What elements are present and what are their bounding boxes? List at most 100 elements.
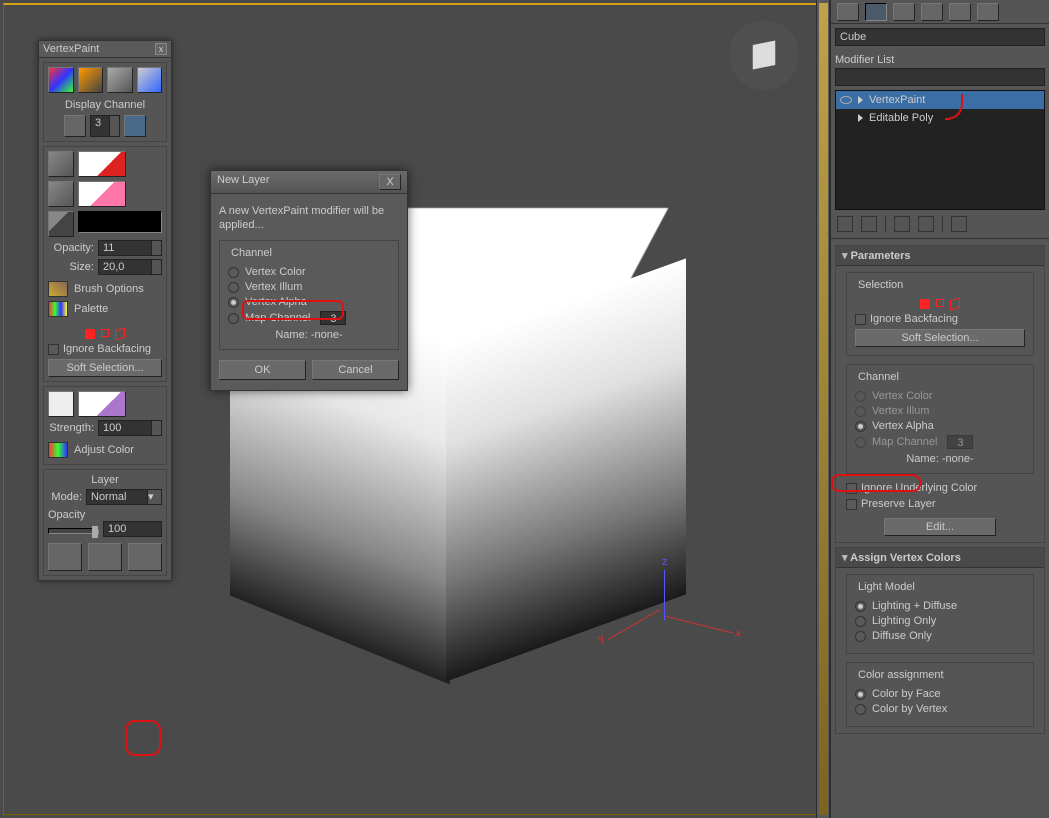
close-icon[interactable]: X [379, 174, 401, 190]
radio-vertex-alpha[interactable]: Vertex Alpha [855, 420, 1025, 432]
radio-map-channel[interactable]: Map Channel3 [855, 435, 1025, 449]
soft-selection-button[interactable]: Soft Selection... [48, 359, 162, 377]
channel-frame: Channel Vertex Color Vertex Illum Vertex… [846, 364, 1034, 474]
ok-button[interactable]: OK [219, 360, 306, 380]
radio-lighting-diffuse[interactable]: Lighting + Diffuse [855, 600, 1025, 612]
preserve-layer-check[interactable]: Preserve Layer [846, 498, 1034, 510]
opacity-layer-field[interactable]: 100 [103, 521, 162, 537]
eye-icon[interactable] [840, 96, 852, 104]
radio-vertex-illum[interactable]: Vertex Illum [228, 281, 390, 293]
lock-icon[interactable] [124, 115, 146, 137]
modifier-stack[interactable]: VertexPaint Editable Poly [835, 90, 1045, 210]
layer-add-icon[interactable] [48, 543, 82, 571]
utilities-tab-icon[interactable] [977, 3, 999, 21]
vertexpaint-palette[interactable]: VertexPaint x Display Channel 3 [38, 40, 172, 581]
vertex-select-icon[interactable] [85, 329, 95, 339]
display-tab-icon[interactable] [949, 3, 971, 21]
hierarchy-tab-icon[interactable] [893, 3, 915, 21]
cube-icon[interactable] [64, 115, 86, 137]
adjust-color-icon[interactable] [48, 442, 68, 458]
channel-legend: Channel [228, 247, 275, 259]
assign-header[interactable]: Assign Vertex Colors [836, 548, 1044, 568]
radio-color-by-face[interactable]: Color by Face [855, 688, 1025, 700]
radio-diffuse-only[interactable]: Diffuse Only [855, 630, 1025, 642]
radio-vertex-color[interactable]: Vertex Color [228, 266, 390, 278]
edge-select-icon[interactable] [101, 329, 109, 337]
radio-map-channel[interactable]: Map Channel3 [228, 311, 390, 325]
modifier-row-editablepoly[interactable]: Editable Poly [836, 109, 1044, 127]
soft-selection-button[interactable]: Soft Selection... [855, 329, 1025, 347]
palette-titlebar[interactable]: VertexPaint x [39, 41, 171, 58]
face-select-icon[interactable] [115, 328, 125, 341]
chevron-right-icon[interactable] [858, 114, 863, 122]
remove-modifier-icon[interactable] [918, 216, 934, 232]
eraser-icon[interactable] [78, 181, 126, 207]
show-end-result-icon[interactable] [861, 216, 877, 232]
brush-options-icon[interactable] [48, 281, 68, 297]
assign-vertex-colors-rollout[interactable]: Assign Vertex Colors Light Model Lightin… [835, 547, 1045, 734]
radio-vertex-alpha[interactable]: Vertex Alpha [228, 296, 390, 308]
make-unique-icon[interactable] [894, 216, 910, 232]
palette-label[interactable]: Palette [74, 303, 108, 315]
radio-color-by-vertex[interactable]: Color by Vertex [855, 703, 1025, 715]
edge-select-icon[interactable] [936, 299, 944, 307]
mode-dropdown[interactable]: Normal▾ [86, 489, 162, 505]
new-layer-dialog[interactable]: New Layer X A new VertexPaint modifier w… [210, 170, 408, 391]
eyedropper-icon[interactable] [48, 211, 74, 237]
dialog-title-text: New Layer [217, 174, 270, 190]
radio-lighting-only[interactable]: Lighting Only [855, 615, 1025, 627]
modify-tab-icon[interactable] [865, 3, 887, 21]
map-channel-value[interactable]: 3 [320, 311, 346, 325]
layer-delete-icon[interactable] [88, 543, 122, 571]
blur-icon[interactable] [48, 391, 74, 417]
erase-mode-icon[interactable] [48, 181, 74, 207]
brush-options-label[interactable]: Brush Options [74, 283, 144, 295]
paint-mode-icon[interactable] [48, 151, 74, 177]
modifier-stack-tools[interactable] [831, 210, 1049, 239]
opacity-slider[interactable] [48, 528, 99, 534]
paint-brush-icon[interactable] [78, 151, 126, 177]
parameters-rollout[interactable]: Parameters Selection Ignore Backfacing S… [835, 245, 1045, 543]
face-select-icon[interactable] [950, 298, 960, 311]
layer-condense-icon[interactable] [128, 543, 162, 571]
pin-stack-icon[interactable] [837, 216, 853, 232]
light-model-frame: Light Model Lighting + Diffuse Lighting … [846, 574, 1034, 654]
motion-tab-icon[interactable] [921, 3, 943, 21]
display-channel-field[interactable]: 3 [90, 115, 120, 137]
vertex-color-unshaded-icon[interactable] [78, 67, 104, 93]
ignore-backfacing-check[interactable]: Ignore Backfacing [48, 343, 162, 355]
create-tab-icon[interactable] [837, 3, 859, 21]
modifier-list-label: Modifier List [835, 54, 1045, 66]
dialog-message: A new VertexPaint modifier will be appli… [219, 204, 399, 232]
vertex-toggle-tex-icon[interactable] [137, 67, 163, 93]
configure-sets-icon[interactable] [951, 216, 967, 232]
blur-brush-icon[interactable] [78, 391, 126, 417]
adjust-color-label[interactable]: Adjust Color [74, 444, 134, 456]
edit-button[interactable]: Edit... [884, 518, 997, 536]
radio-vertex-illum[interactable]: Vertex Illum [855, 405, 1025, 417]
chevron-right-icon[interactable] [858, 96, 863, 104]
color-swatch[interactable] [78, 211, 162, 233]
opacity-field[interactable]: 11 [98, 240, 162, 256]
parameters-header[interactable]: Parameters [836, 246, 1044, 266]
dialog-titlebar[interactable]: New Layer X [211, 171, 407, 194]
viewcube[interactable] [729, 20, 799, 90]
opacity-label: Opacity: [48, 242, 94, 254]
ignore-backfacing-check[interactable]: Ignore Backfacing [855, 313, 1025, 325]
strength-label: Strength: [48, 422, 94, 434]
modifier-list-dropdown[interactable] [835, 68, 1045, 86]
radio-vertex-color[interactable]: Vertex Color [855, 390, 1025, 402]
strength-field[interactable]: 100 [98, 420, 162, 436]
palette-icon[interactable] [48, 301, 68, 317]
size-field[interactable]: 20,0 [98, 259, 162, 275]
selection-mode-icons[interactable] [48, 329, 162, 339]
modifier-row-vertexpaint[interactable]: VertexPaint [836, 91, 1044, 109]
object-name-field[interactable]: Cube [835, 28, 1045, 46]
vertex-disable-icon[interactable] [107, 67, 133, 93]
cancel-button[interactable]: Cancel [312, 360, 399, 380]
vertex-select-icon[interactable] [920, 299, 930, 309]
time-slider-vertical[interactable] [816, 0, 830, 818]
close-icon[interactable]: x [155, 43, 167, 55]
command-panel-tabs[interactable] [831, 0, 1049, 24]
vertex-color-shaded-icon[interactable] [48, 67, 74, 93]
